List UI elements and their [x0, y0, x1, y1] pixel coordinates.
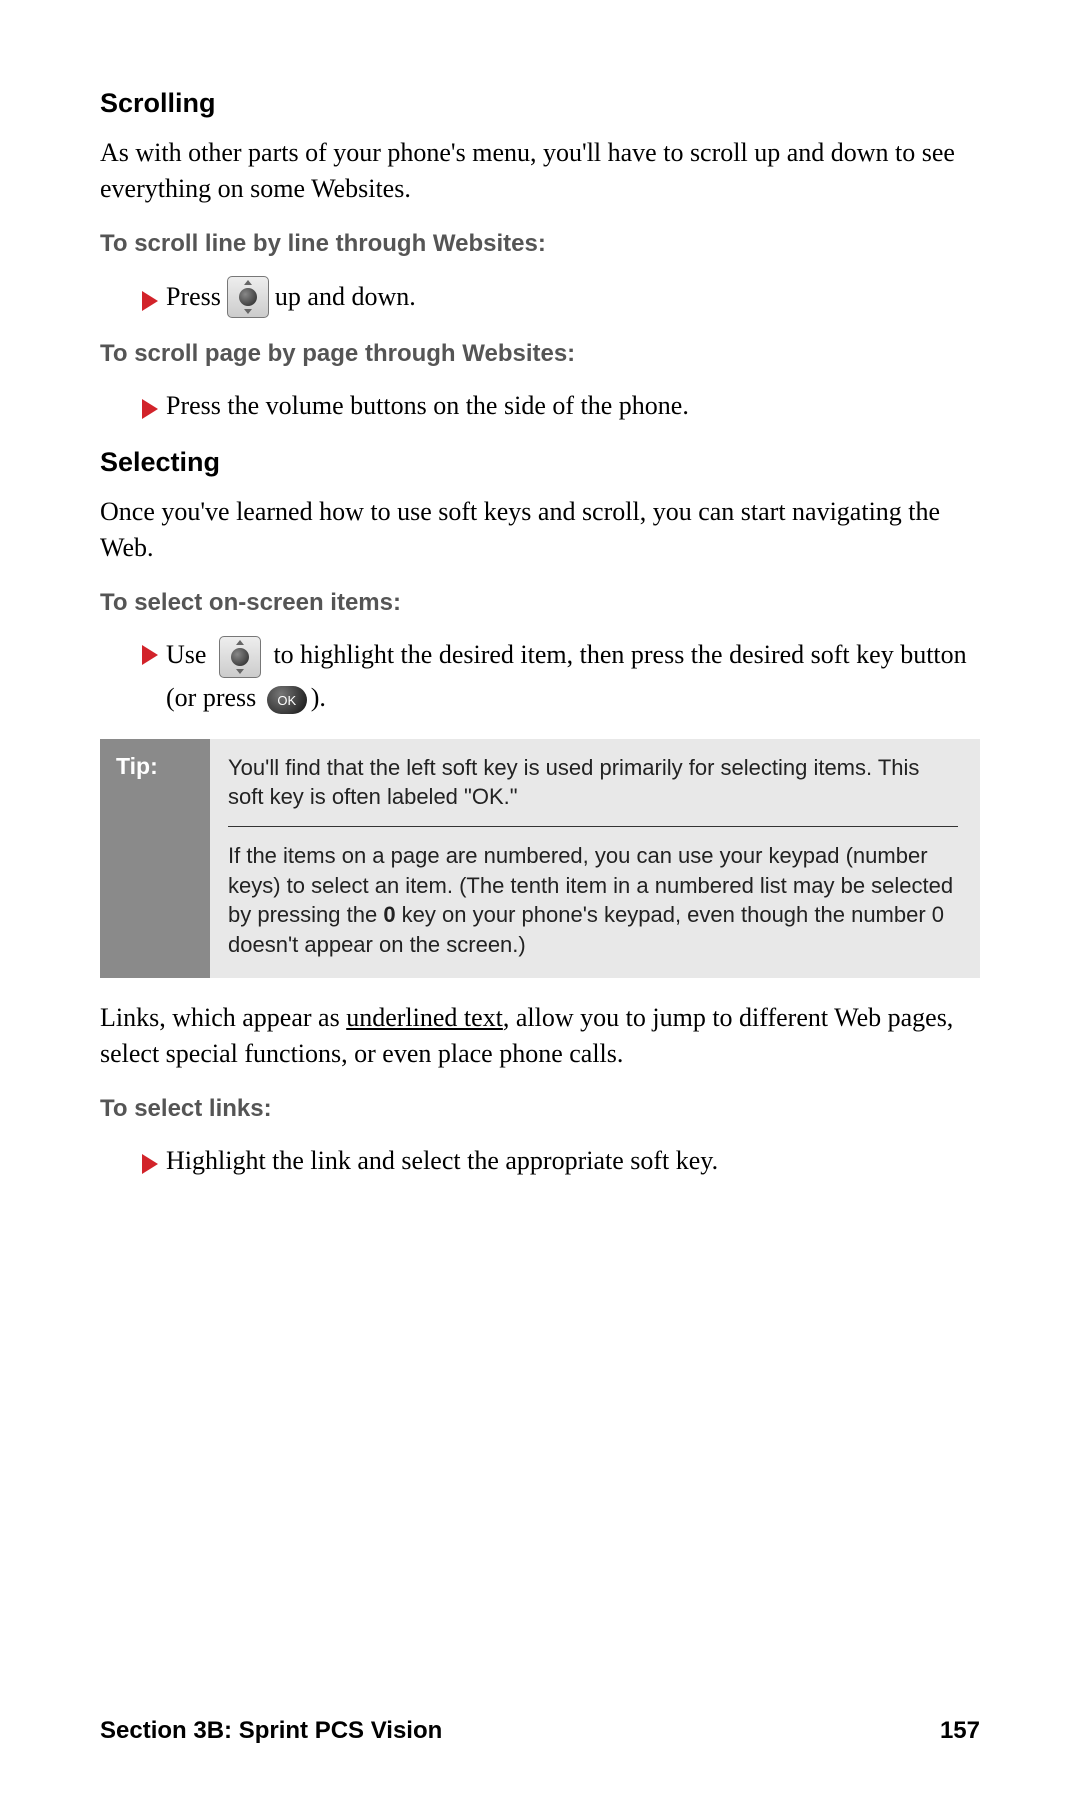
para-scrolling-intro: As with other parts of your phone's menu…	[100, 135, 980, 208]
heading-selecting: Selecting	[100, 447, 980, 478]
triangle-icon	[142, 645, 158, 665]
subhead-scroll-page: To scroll page by page through Websites:	[100, 340, 980, 368]
triangle-icon	[142, 399, 158, 419]
tip-body: You'll find that the left soft key is us…	[210, 739, 980, 978]
nav-key-icon	[227, 276, 269, 318]
text-volume: Press the volume buttons on the side of …	[166, 386, 689, 425]
para-selecting-intro: Once you've learned how to use soft keys…	[100, 494, 980, 567]
tip-para-2: If the items on a page are numbered, you…	[228, 841, 958, 960]
subhead-select-links: To select links:	[100, 1095, 980, 1123]
subhead-scroll-line: To scroll line by line through Websites:	[100, 230, 980, 258]
para-links: Links, which appear as underlined text, …	[100, 1000, 980, 1073]
tip-label: Tip:	[100, 739, 210, 978]
heading-scrolling: Scrolling	[100, 88, 980, 119]
tip-2b: 0	[383, 902, 395, 927]
text-press: Press	[166, 277, 221, 316]
text-use: Use	[166, 640, 206, 669]
text-up-down: up and down.	[275, 277, 416, 316]
bullet-select-links: Highlight the link and select the approp…	[142, 1141, 980, 1180]
links-a: Links, which appear as	[100, 1003, 346, 1032]
footer-page-number: 157	[940, 1717, 980, 1745]
tip-para-1: You'll find that the left soft key is us…	[228, 753, 958, 812]
bullet-scroll-page: Press the volume buttons on the side of …	[142, 386, 980, 425]
text-highlight-link: Highlight the link and select the approp…	[166, 1141, 718, 1180]
bullet-scroll-line: Press up and down.	[142, 276, 980, 318]
triangle-icon	[142, 1154, 158, 1174]
tip-callout: Tip: You'll find that the left soft key …	[100, 739, 980, 978]
triangle-icon	[142, 291, 158, 311]
footer-section: Section 3B: Sprint PCS Vision	[100, 1717, 442, 1745]
bullet-select-text: Use to highlight the desired item, then …	[166, 635, 980, 717]
ok-button-icon: OK	[267, 686, 307, 714]
links-underlined: underlined text	[346, 1003, 503, 1032]
bullet-select-items: Use to highlight the desired item, then …	[142, 635, 980, 717]
text-close-paren: ).	[311, 683, 326, 712]
subhead-select-items: To select on-screen items:	[100, 589, 980, 617]
nav-key-icon	[219, 636, 261, 678]
page-footer: Section 3B: Sprint PCS Vision 157	[100, 1717, 980, 1745]
tip-divider	[228, 826, 958, 827]
